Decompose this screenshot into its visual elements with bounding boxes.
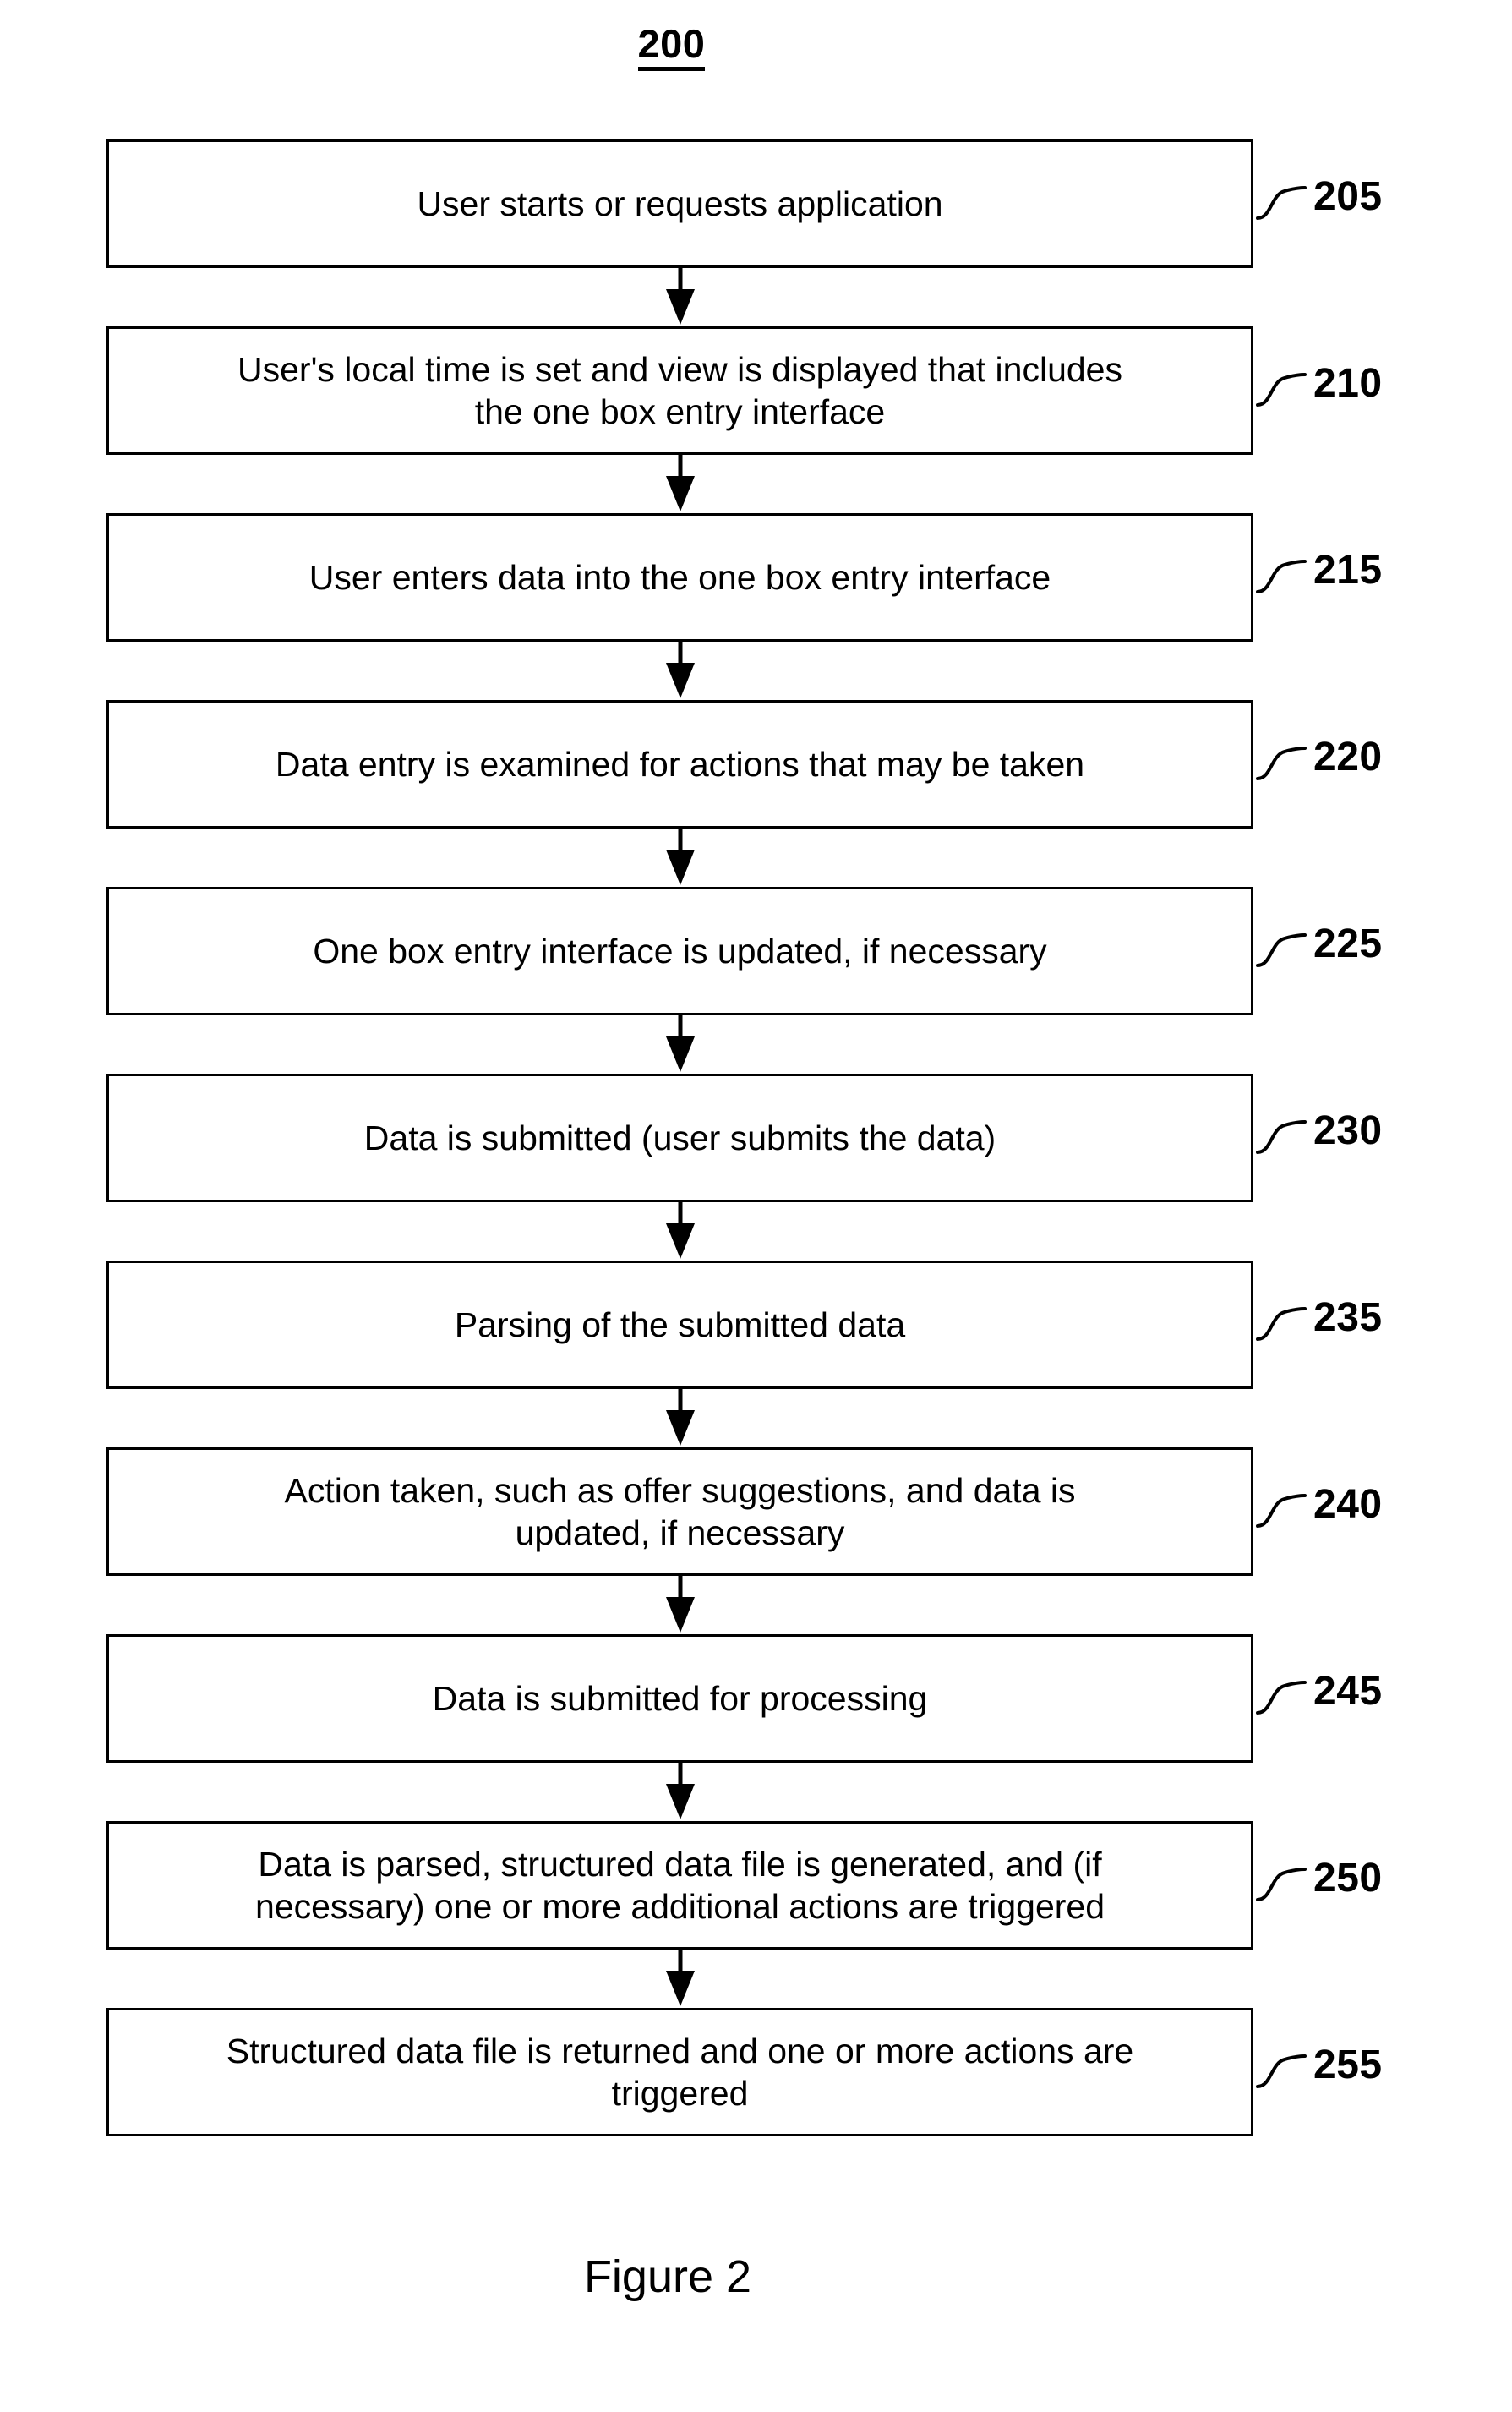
flow-arrow-shaft: [678, 1573, 682, 1599]
flowchart: User starts or requests application 205 Us…: [106, 139, 1382, 2136]
leader-line-icon: [1256, 2054, 1307, 2088]
reference-numeral-label: 240: [1313, 1482, 1383, 1527]
flow-arrow-shaft: [678, 1200, 682, 1225]
leader-line-icon: [1256, 933, 1307, 967]
reference-numeral-210: 210: [1256, 353, 1383, 429]
leader-line-icon: [1256, 373, 1307, 407]
reference-numeral-215: 215: [1256, 539, 1383, 615]
flowchart-step-250: Data is parsed, structured data file is …: [106, 1821, 1382, 2006]
flowchart-step-225: One box entry interface is updated, if n…: [106, 887, 1382, 1072]
flowchart-step-label: User enters data into the one box entry …: [308, 557, 1051, 597]
flow-arrow-icon: [663, 826, 697, 885]
flow-arrow-head: [665, 1410, 695, 1446]
flow-arrow-shaft: [678, 265, 682, 291]
flow-arrow-head: [665, 1597, 695, 1633]
leader-line-icon: [1256, 1307, 1307, 1341]
flow-arrow-head: [665, 1036, 695, 1072]
reference-numeral-205: 205: [1256, 166, 1383, 242]
reference-numeral-label: 245: [1313, 1669, 1383, 1714]
reference-numeral-label: 230: [1313, 1108, 1383, 1153]
flow-arrow-head: [665, 1223, 695, 1259]
flow-arrow-head: [665, 476, 695, 511]
flow-arrow-icon: [663, 1947, 697, 2006]
flowchart-step-label: Data is submitted (user submits the data…: [363, 1118, 996, 1157]
reference-numeral-255: 255: [1256, 2034, 1383, 2110]
flow-arrow-icon: [663, 1200, 697, 1259]
flow-arrow-shaft: [678, 1013, 682, 1038]
reference-numeral-label: 255: [1313, 2043, 1383, 2087]
flow-arrow-shaft: [678, 1760, 682, 1786]
flowchart-step-label: One box entry interface is updated, if n…: [313, 931, 1047, 971]
flowchart-step-label: Parsing of the submitted data: [454, 1304, 906, 1344]
flowchart-step-label: User starts or requests application: [417, 183, 943, 223]
flow-arrow-head: [665, 1784, 695, 1819]
leader-line-icon: [1256, 1120, 1307, 1154]
flowchart-step-215: User enters data into the one box entry …: [106, 513, 1382, 698]
leader-line-icon: [1256, 1868, 1307, 1901]
patent-figure: 200 User starts or requests application 2…: [0, 0, 1512, 2412]
flowchart-step-label: Data entry is examined for actions that …: [275, 744, 1085, 784]
flowchart-step-240: Action taken, such as offer suggestions,…: [106, 1447, 1382, 1633]
reference-numeral-label: 205: [1313, 174, 1383, 219]
reference-numeral-250: 250: [1256, 1847, 1383, 1923]
flow-arrow-icon: [663, 265, 697, 325]
flowchart-step-210: User's local time is set and view is dis…: [106, 326, 1382, 511]
reference-numeral-225: 225: [1256, 913, 1383, 989]
flow-arrow-head: [665, 850, 695, 885]
reference-numeral-label: 210: [1313, 361, 1383, 406]
flow-arrow-head: [665, 289, 695, 325]
reference-numeral-220: 220: [1256, 726, 1383, 802]
reference-numeral-240: 240: [1256, 1474, 1383, 1550]
reference-numeral-label: 250: [1313, 1856, 1383, 1901]
leader-line-icon: [1256, 560, 1307, 593]
flow-arrow-icon: [663, 1013, 697, 1072]
flowchart-step-label: User's local time is set and view is dis…: [237, 349, 1122, 431]
flowchart-step-205: User starts or requests application 205: [106, 139, 1382, 325]
reference-numeral-label: 225: [1313, 922, 1383, 966]
flow-arrow-icon: [663, 452, 697, 511]
flowchart-step-label: Data is submitted for processing: [432, 1678, 928, 1718]
figure-reference-number-text: 200: [637, 24, 706, 71]
leader-line-icon: [1256, 186, 1307, 220]
flowchart-step-label: Action taken, such as offer suggestions,…: [284, 1470, 1076, 1552]
flow-arrow-shaft: [678, 826, 682, 851]
reference-numeral-label: 215: [1313, 548, 1383, 593]
flowchart-step-220: Data entry is examined for actions that …: [106, 700, 1382, 885]
reference-numeral-label: 220: [1313, 735, 1383, 779]
flowchart-step-245: Data is submitted for processing 245: [106, 1634, 1382, 1819]
reference-numeral-label: 235: [1313, 1295, 1383, 1340]
flowchart-step-255: Structured data file is returned and one…: [106, 2008, 1382, 2136]
flowchart-step-label: Data is parsed, structured data file is …: [254, 1844, 1105, 1926]
leader-line-icon: [1256, 747, 1307, 780]
leader-line-icon: [1256, 1494, 1307, 1528]
flow-arrow-icon: [663, 1573, 697, 1633]
figure-reference-number: 200: [0, 24, 1343, 71]
flow-arrow-icon: [663, 1760, 697, 1819]
reference-numeral-230: 230: [1256, 1100, 1383, 1176]
flow-arrow-shaft: [678, 452, 682, 478]
flow-arrow-icon: [663, 639, 697, 698]
flowchart-step-label: Structured data file is returned and one…: [226, 2031, 1134, 2113]
figure-caption: Figure 2: [583, 2251, 752, 2302]
flow-arrow-head: [665, 663, 695, 698]
flow-arrow-icon: [663, 1386, 697, 1446]
reference-numeral-235: 235: [1256, 1287, 1383, 1363]
flowchart-step-230: Data is submitted (user submits the data…: [106, 1074, 1382, 1259]
flow-arrow-shaft: [678, 639, 682, 665]
reference-numeral-245: 245: [1256, 1660, 1383, 1737]
flow-arrow-shaft: [678, 1386, 682, 1412]
flow-arrow-shaft: [678, 1947, 682, 1972]
leader-line-icon: [1256, 1681, 1307, 1715]
flowchart-step-235: Parsing of the submitted data 235: [106, 1261, 1382, 1446]
flow-arrow-head: [665, 1971, 695, 2006]
